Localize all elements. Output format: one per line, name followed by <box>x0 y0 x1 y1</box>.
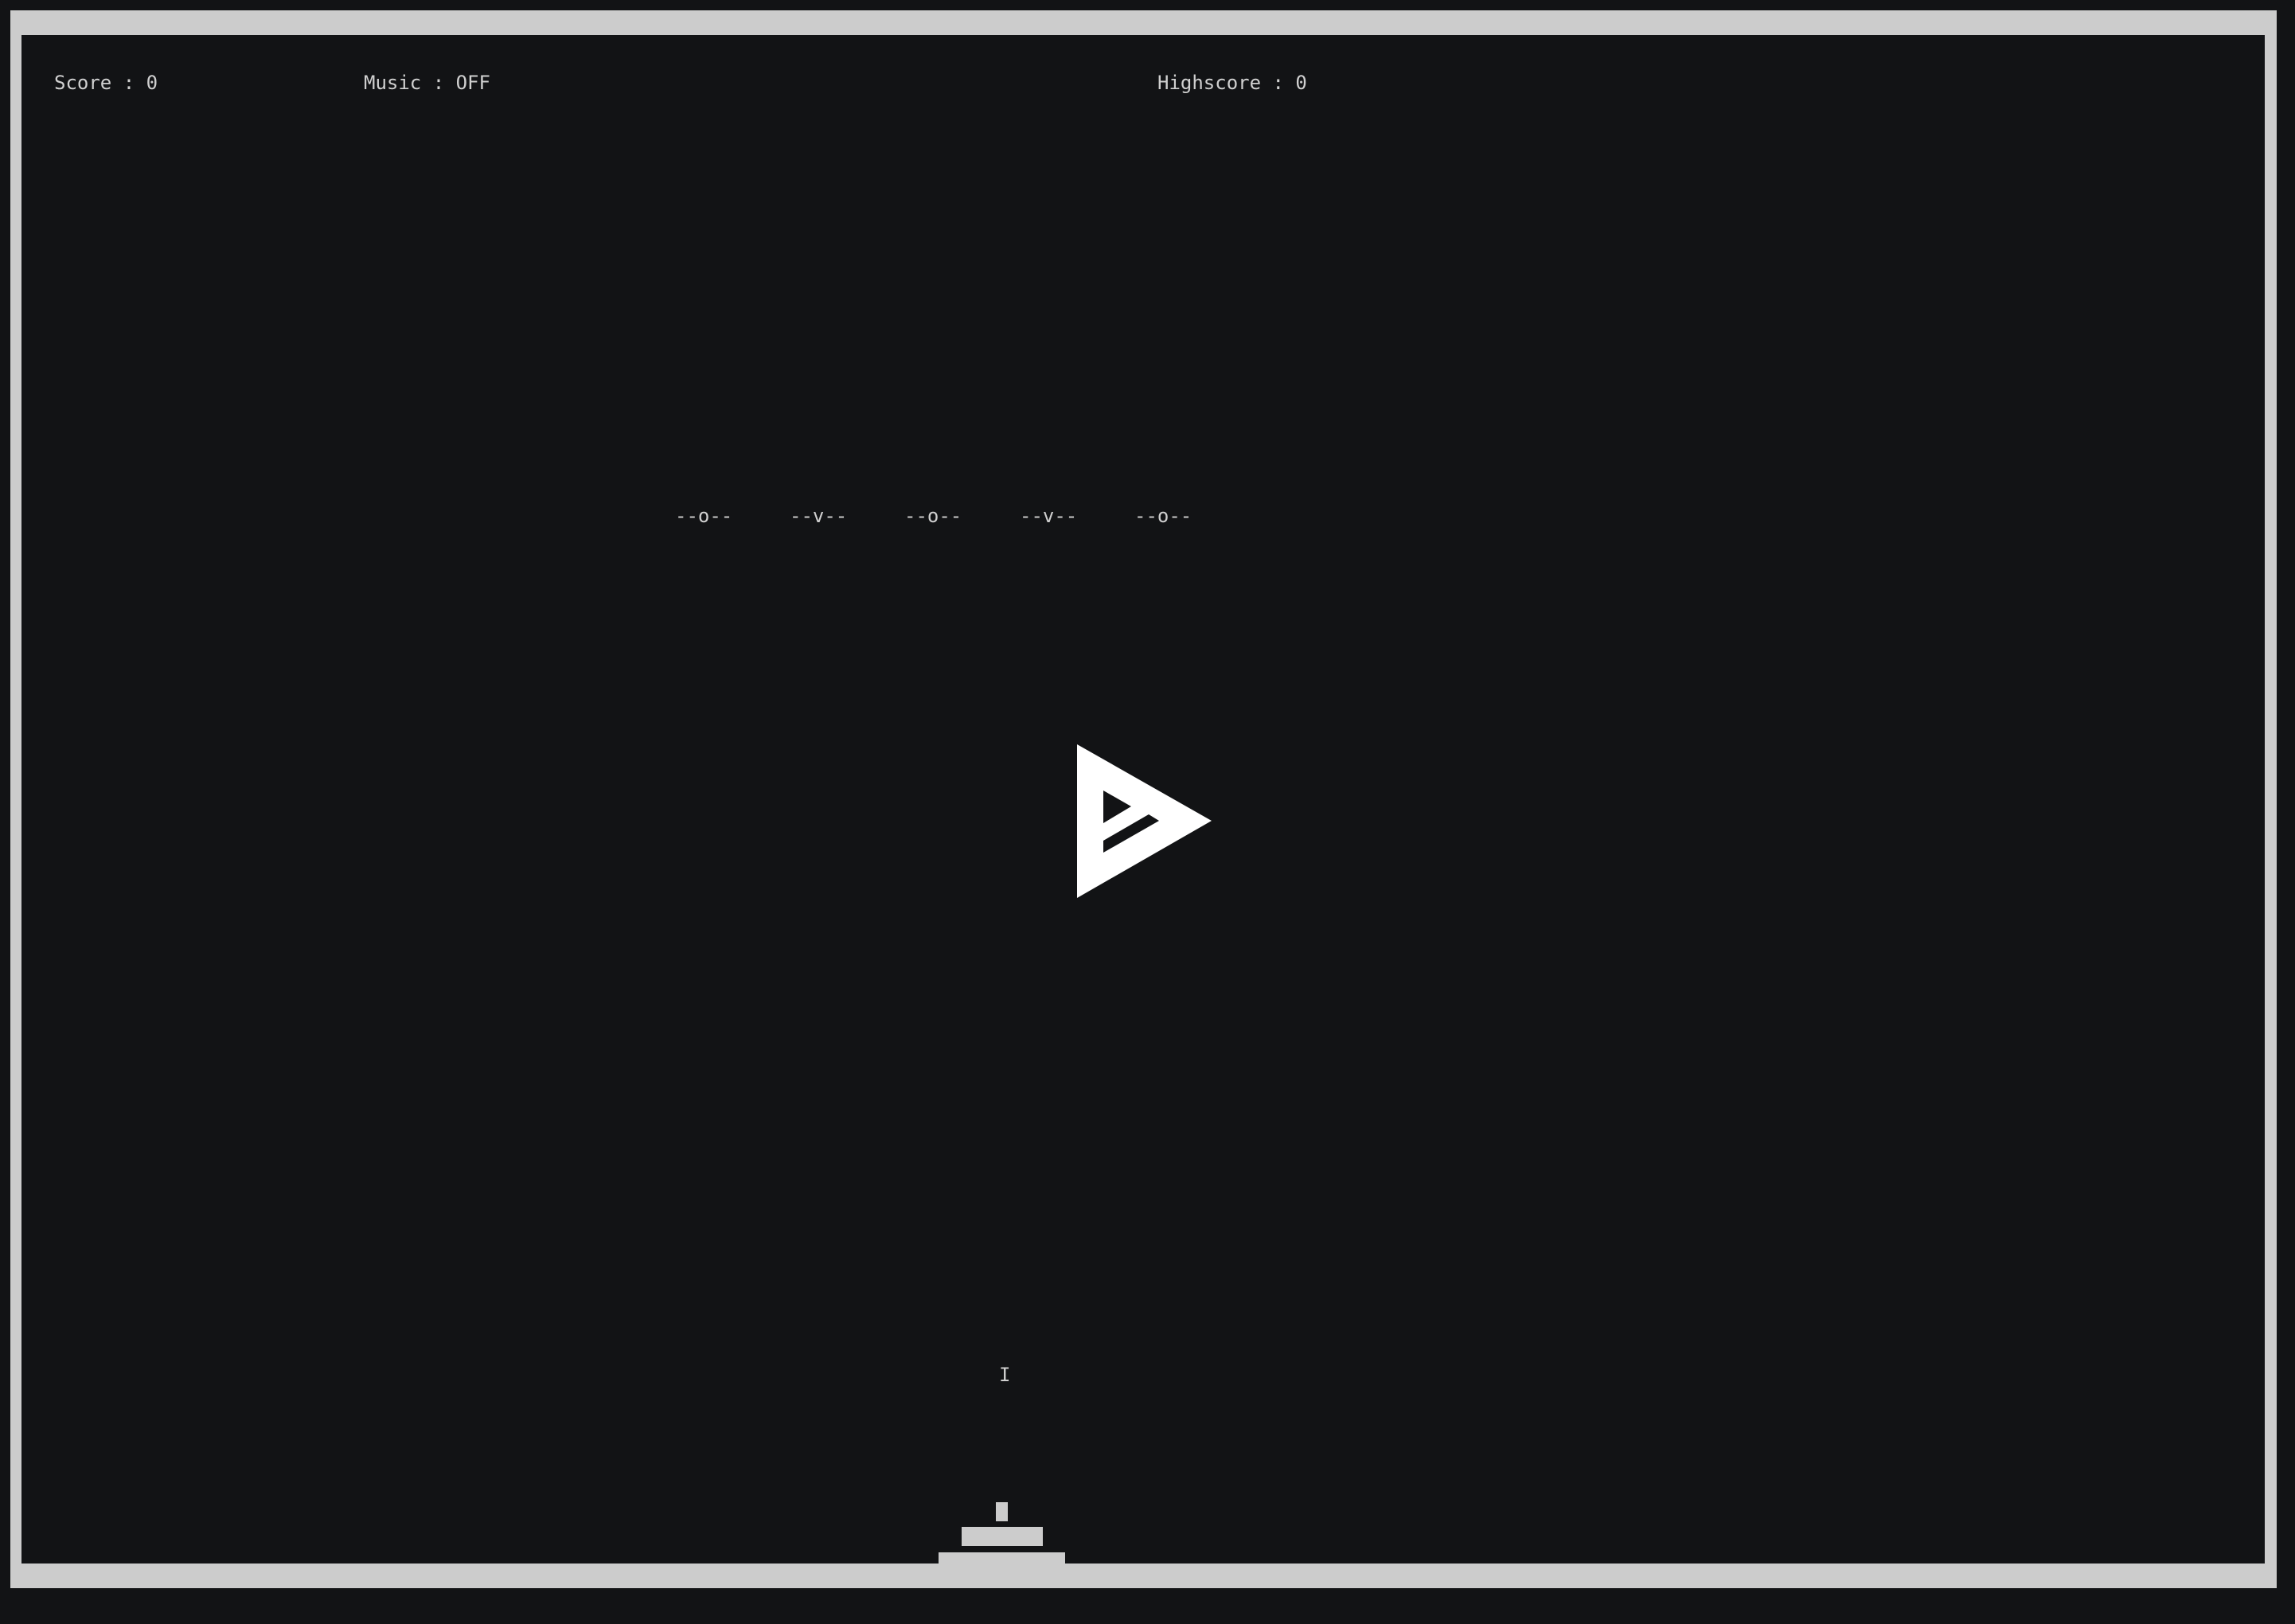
player-bullet: I <box>999 1364 1011 1386</box>
enemy-invader: --v-- <box>790 505 848 527</box>
game-frame: Score : 0 Music : OFF Highscore : 0 --o-… <box>10 10 2277 1588</box>
player-ship-body <box>962 1527 1043 1546</box>
highscore-display: Highscore : 0 <box>1157 72 1307 94</box>
player-ship-tip <box>996 1502 1008 1521</box>
enemy-invader: --o-- <box>904 505 962 527</box>
game-screen[interactable]: Score : 0 Music : OFF Highscore : 0 --o-… <box>21 35 2265 1563</box>
play-button[interactable] <box>1077 744 1220 904</box>
enemy-invader: --o-- <box>675 505 733 527</box>
score-display: Score : 0 <box>54 72 158 94</box>
music-status: Music : OFF <box>364 72 490 94</box>
enemy-invader: --o-- <box>1134 505 1192 527</box>
player-ship-base <box>939 1552 1065 1563</box>
play-icon <box>1077 744 1212 898</box>
enemy-invader: --v-- <box>1020 505 1078 527</box>
